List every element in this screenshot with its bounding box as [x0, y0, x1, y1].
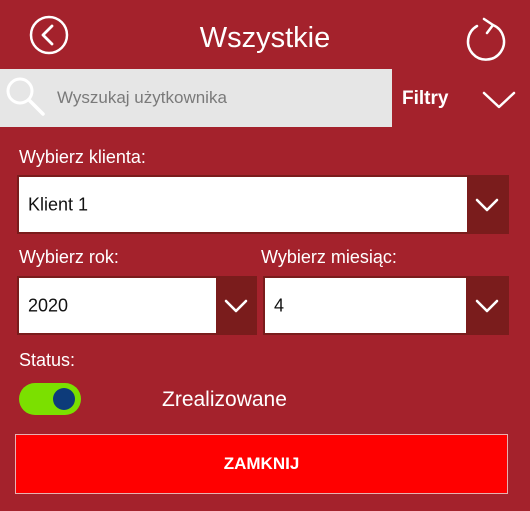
- refresh-icon: [466, 17, 506, 61]
- year-label: Wybierz rok:: [19, 247, 119, 267]
- client-select-value: Klient 1: [28, 194, 89, 214]
- search-icon: [5, 76, 47, 118]
- refresh-button[interactable]: [464, 16, 508, 62]
- chevron-down-icon: [466, 278, 507, 333]
- toggle-knob: [53, 388, 75, 410]
- page-title: Wszystkie: [199, 22, 331, 54]
- year-select[interactable]: 2020: [17, 276, 257, 335]
- month-label: Wybierz miesiąc:: [261, 247, 397, 267]
- search-input[interactable]: [57, 69, 387, 127]
- client-label: Wybierz klienta:: [19, 147, 146, 167]
- year-select-value: 2020: [28, 295, 69, 315]
- filters-toggle-label[interactable]: Filtry: [402, 86, 448, 112]
- month-select-value: 4: [274, 295, 285, 315]
- chevron-down-icon: [216, 278, 255, 333]
- chevron-down-icon: [467, 177, 507, 232]
- close-button[interactable]: ZAMKNIJ: [15, 434, 508, 494]
- status-label: Status:: [19, 350, 76, 370]
- chevron-down-icon[interactable]: [481, 89, 517, 111]
- status-value-text: Zrealizowane: [162, 388, 287, 411]
- month-select[interactable]: 4: [263, 276, 509, 335]
- client-select[interactable]: Klient 1: [17, 175, 509, 234]
- status-toggle[interactable]: [19, 383, 81, 415]
